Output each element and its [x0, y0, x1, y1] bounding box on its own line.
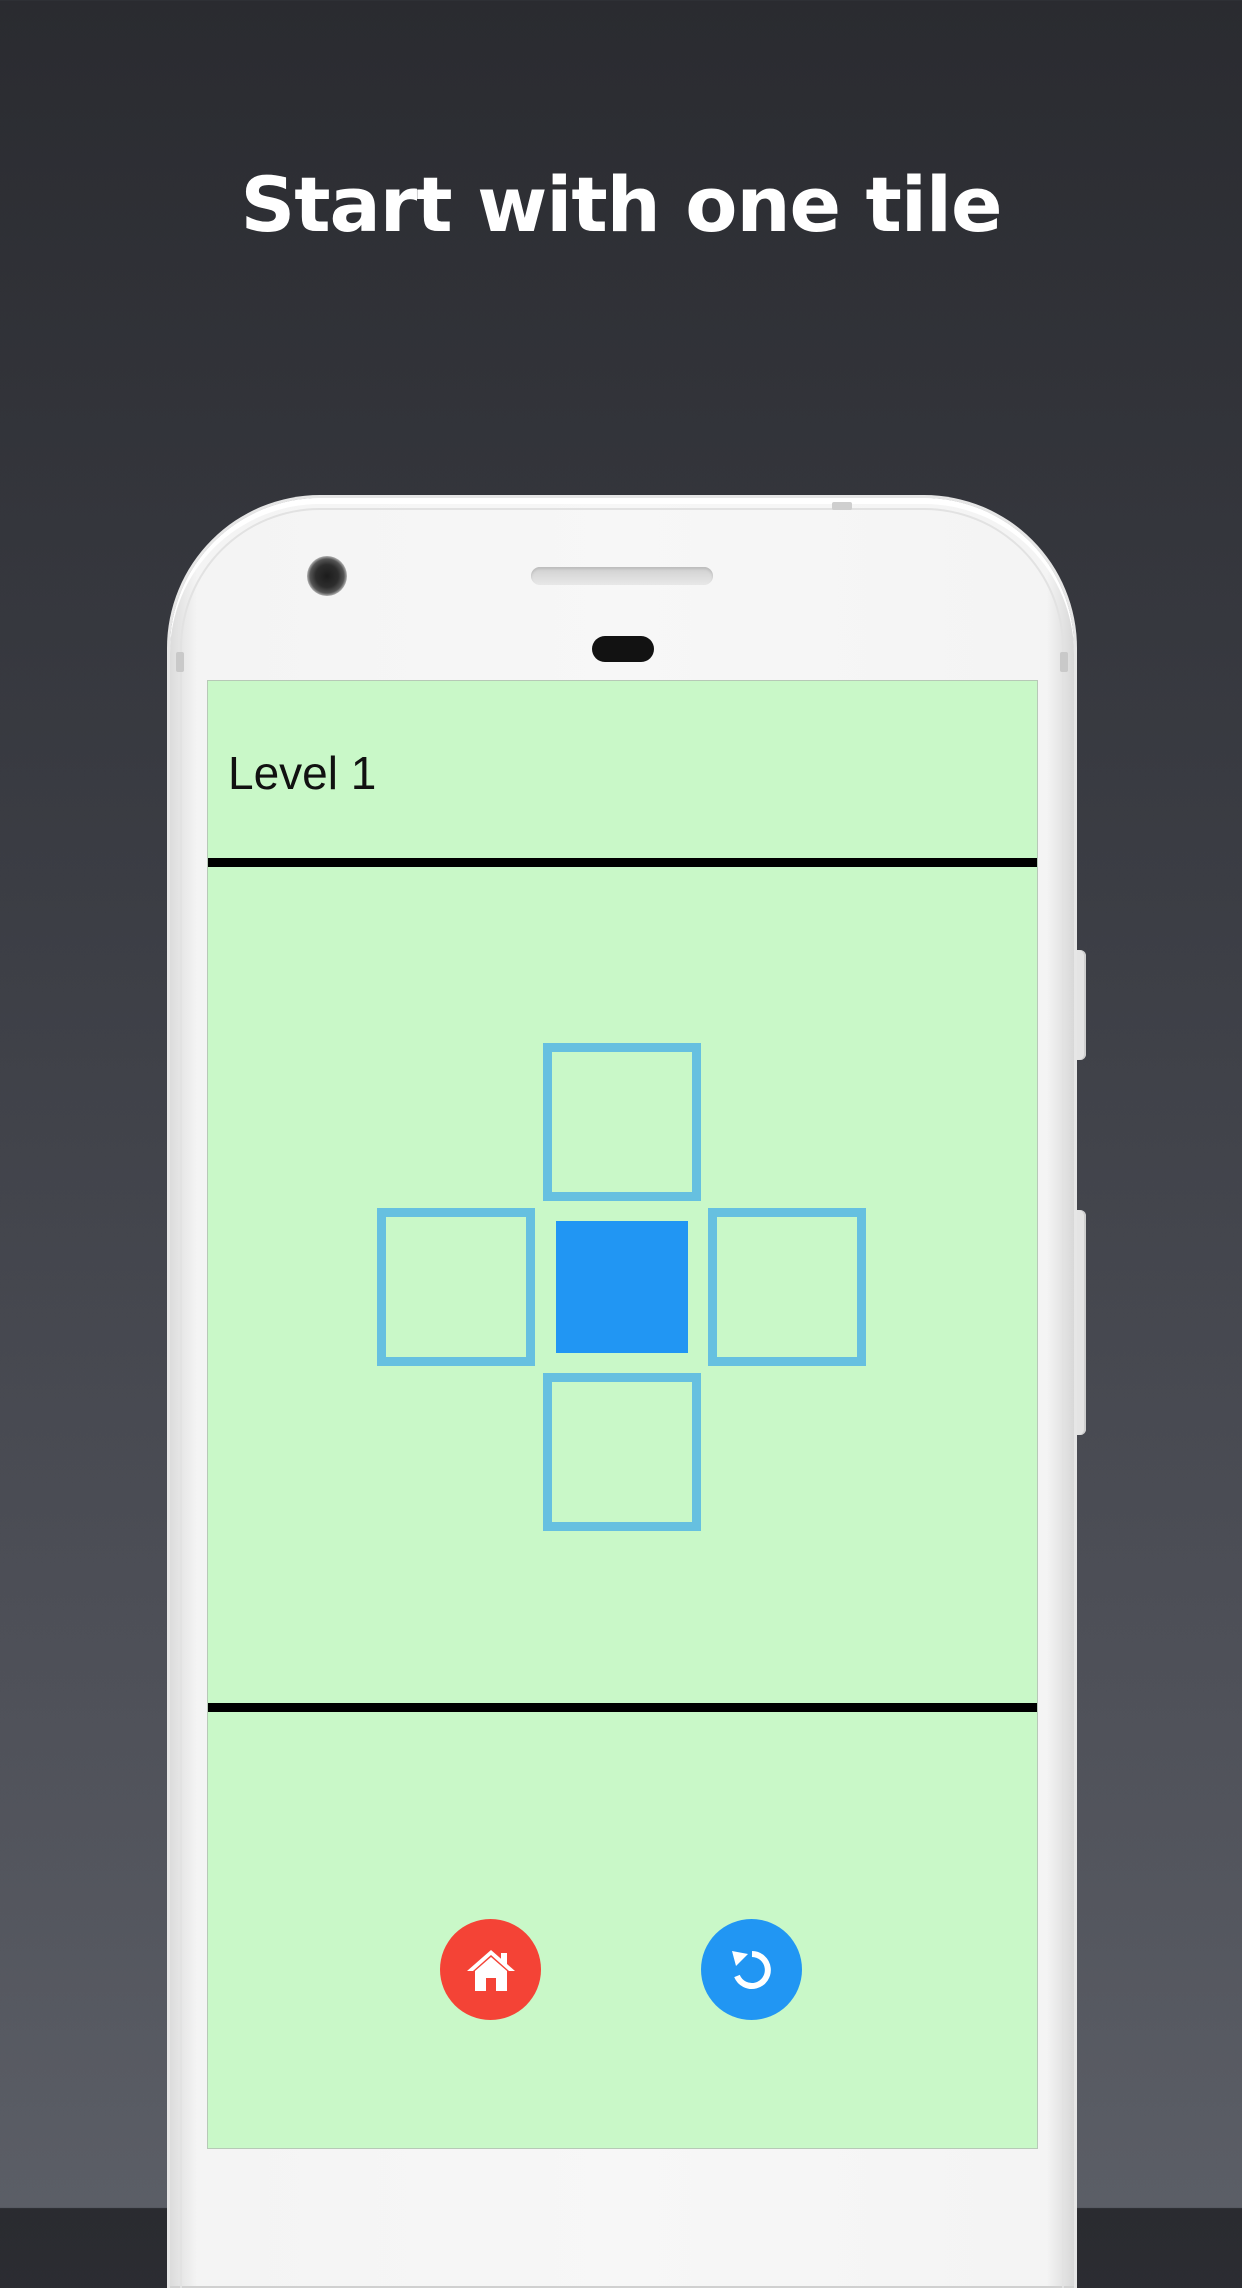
home-icon [465, 1947, 517, 1993]
restart-icon [727, 1945, 777, 1995]
front-camera-icon [307, 556, 347, 596]
tile-up[interactable] [543, 1043, 701, 1201]
app-screen: Level 1 [207, 680, 1038, 2149]
earpiece-speaker [531, 567, 713, 585]
proximity-sensor [592, 636, 654, 662]
home-button[interactable] [440, 1919, 541, 2020]
phone-volume-button [1074, 950, 1086, 1060]
level-label: Level 1 [228, 747, 377, 799]
restart-button[interactable] [701, 1919, 802, 2020]
phone-edge-mark-left [176, 652, 184, 672]
bottom-divider [208, 1703, 1037, 1712]
phone-antenna-mark [832, 502, 852, 510]
tile-center-filled[interactable] [556, 1221, 688, 1353]
tile-down[interactable] [543, 1373, 701, 1531]
phone-power-button [1074, 1210, 1086, 1435]
phone-edge-mark-right [1060, 652, 1068, 672]
promo-headline: Start with one tile [240, 160, 1002, 249]
tile-right[interactable] [708, 1208, 866, 1366]
tile-left[interactable] [377, 1208, 535, 1366]
top-divider [208, 858, 1037, 867]
